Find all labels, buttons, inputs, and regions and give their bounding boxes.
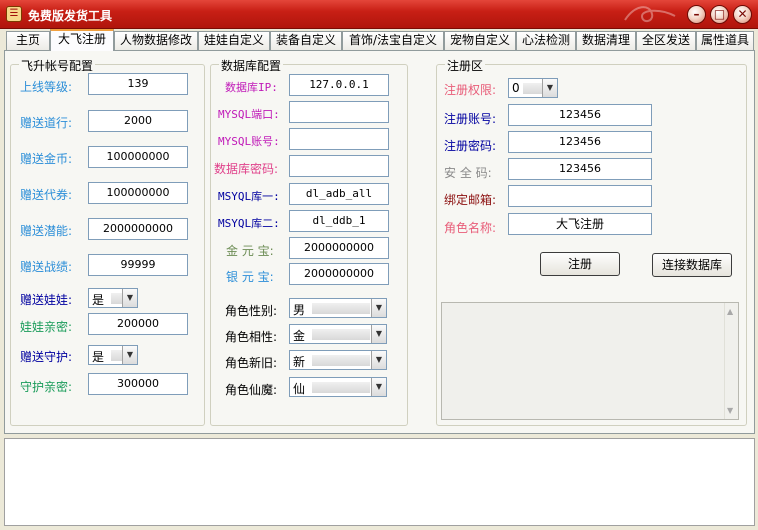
connect-database-button[interactable]: 连接数据库 [652, 253, 732, 277]
gift-merit-label: 赠送战绩: [20, 260, 73, 274]
close-button[interactable]: ✕ [733, 5, 752, 24]
gift-daoxing-label: 赠送道行: [20, 116, 73, 130]
account-config-legend: 飞升帐号配置 [19, 57, 96, 74]
role-immortal-demon-value: 仙 [293, 382, 306, 396]
tab-global-send[interactable]: 全区发送 [636, 31, 696, 50]
tab-pet-custom[interactable]: 宠物自定义 [444, 31, 516, 50]
role-element-value: 金 [293, 329, 306, 343]
title-bar: ☰ 免费版发货工具 – □ ✕ [0, 0, 758, 29]
gift-guard-value: 是 [92, 350, 105, 364]
role-name-input[interactable]: 大飞注册 [508, 213, 652, 235]
tab-character-data[interactable]: 人物数据修改 [114, 31, 198, 50]
chevron-down-icon[interactable]: ▼ [371, 351, 386, 369]
register-account-label: 注册账号: [444, 112, 497, 126]
mysql-db1-label: MSYQL库一: [218, 190, 280, 203]
tab-skill-check[interactable]: 心法检测 [516, 31, 576, 50]
database-config-legend: 数据库配置 [219, 57, 284, 74]
scroll-down-icon[interactable]: ▼ [727, 406, 733, 415]
register-account-input[interactable]: 123456 [508, 104, 652, 126]
bottom-status-panel [4, 438, 755, 526]
role-newold-value: 新 [293, 355, 306, 369]
tab-attribute-items[interactable]: 属性道具 [696, 31, 754, 50]
silver-ingot-input[interactable]: 2000000000 [289, 263, 389, 285]
mysql-port-input[interactable] [289, 101, 389, 123]
gift-doll-select[interactable]: 是 ▼ [88, 288, 138, 308]
log-scrollbar[interactable]: ▲ ▼ [724, 303, 738, 419]
log-output-area[interactable]: ▲ ▼ [441, 302, 739, 420]
doll-intimacy-label: 娃娃亲密: [20, 320, 73, 334]
bind-email-input[interactable] [508, 185, 652, 207]
gold-ingot-label: 金 元 宝: [226, 244, 274, 258]
gift-guard-label: 赠送守护: [20, 350, 73, 364]
security-code-label: 安 全 码: [444, 166, 492, 180]
role-gender-label: 角色性别: [225, 304, 278, 318]
mysql-account-input[interactable] [289, 128, 389, 150]
register-permission-label: 注册权限: [444, 83, 497, 97]
tab-doll-custom[interactable]: 娃娃自定义 [198, 31, 270, 50]
tab-home[interactable]: 主页 [6, 31, 50, 50]
guard-intimacy-input[interactable]: 300000 [88, 373, 188, 395]
role-gender-select[interactable]: 男 ▼ [289, 298, 387, 318]
mysql-port-label: MYSQL端口: [218, 108, 280, 121]
register-permission-select[interactable]: 0 ▼ [508, 78, 558, 98]
gift-potential-input[interactable]: 2000000000 [88, 218, 188, 240]
gift-voucher-input[interactable]: 100000000 [88, 182, 188, 204]
register-password-input[interactable]: 123456 [508, 131, 652, 153]
gift-gold-input[interactable]: 100000000 [88, 146, 188, 168]
db-ip-label: 数据库IP: [225, 81, 278, 94]
chevron-down-icon[interactable]: ▼ [542, 79, 557, 97]
chevron-down-icon[interactable]: ▼ [371, 299, 386, 317]
minimize-button[interactable]: – [687, 5, 706, 24]
app-icon: ☰ [6, 6, 22, 22]
gift-doll-label: 赠送娃娃: [20, 293, 73, 307]
mysql-db2-input[interactable]: dl_ddb_1 [289, 210, 389, 232]
db-password-input[interactable] [289, 155, 389, 177]
gift-potential-label: 赠送潜能: [20, 224, 73, 238]
role-immortal-demon-select[interactable]: 仙 ▼ [289, 377, 387, 397]
tab-bar: 主页 大飞注册 人物数据修改 娃娃自定义 装备自定义 首饰/法宝自定义 宠物自定… [4, 29, 756, 51]
maximize-button[interactable]: □ [710, 5, 729, 24]
decorative-swirl-icon [624, 6, 676, 22]
silver-ingot-label: 银 元 宝: [226, 270, 274, 284]
mysql-db1-input[interactable]: dl_adb_all [289, 183, 389, 205]
register-password-label: 注册密码: [444, 139, 497, 153]
role-name-label: 角色名称: [444, 221, 497, 235]
scroll-up-icon[interactable]: ▲ [727, 307, 733, 316]
tab-data-cleanup[interactable]: 数据清理 [576, 31, 636, 50]
tab-equipment-custom[interactable]: 装备自定义 [270, 31, 342, 50]
role-newold-label: 角色新旧: [225, 356, 278, 370]
online-level-label: 上线等级: [20, 80, 73, 94]
gift-merit-input[interactable]: 99999 [88, 254, 188, 276]
register-area-legend: 注册区 [445, 57, 486, 74]
role-element-label: 角色相性: [225, 330, 278, 344]
register-permission-value: 0 [512, 81, 520, 95]
chevron-down-icon[interactable]: ▼ [371, 325, 386, 343]
window-title: 免费版发货工具 [28, 9, 113, 23]
role-element-select[interactable]: 金 ▼ [289, 324, 387, 344]
chevron-down-icon[interactable]: ▼ [122, 346, 137, 364]
register-button[interactable]: 注册 [540, 252, 620, 276]
db-password-label: 数据库密码: [214, 162, 279, 176]
mysql-account-label: MYSQL账号: [218, 135, 280, 148]
security-code-input[interactable]: 123456 [508, 158, 652, 180]
tab-jewelry-custom[interactable]: 首饰/法宝自定义 [342, 31, 444, 50]
role-immortal-demon-label: 角色仙魔: [225, 383, 278, 397]
tab-dafei-register[interactable]: 大飞注册 [50, 29, 114, 51]
role-newold-select[interactable]: 新 ▼ [289, 350, 387, 370]
guard-intimacy-label: 守护亲密: [20, 380, 73, 394]
gift-daoxing-input[interactable]: 2000 [88, 110, 188, 132]
chevron-down-icon[interactable]: ▼ [122, 289, 137, 307]
gift-guard-select[interactable]: 是 ▼ [88, 345, 138, 365]
gift-doll-value: 是 [92, 293, 105, 307]
online-level-input[interactable]: 139 [88, 73, 188, 95]
chevron-down-icon[interactable]: ▼ [371, 378, 386, 396]
gift-gold-label: 赠送金币: [20, 152, 73, 166]
bind-email-label: 绑定邮箱: [444, 193, 497, 207]
db-ip-input[interactable]: 127.0.0.1 [289, 74, 389, 96]
gold-ingot-input[interactable]: 2000000000 [289, 237, 389, 259]
role-gender-value: 男 [293, 303, 306, 317]
doll-intimacy-input[interactable]: 200000 [88, 313, 188, 335]
mysql-db2-label: MSYQL库二: [218, 217, 280, 230]
gift-voucher-label: 赠送代券: [20, 188, 73, 202]
